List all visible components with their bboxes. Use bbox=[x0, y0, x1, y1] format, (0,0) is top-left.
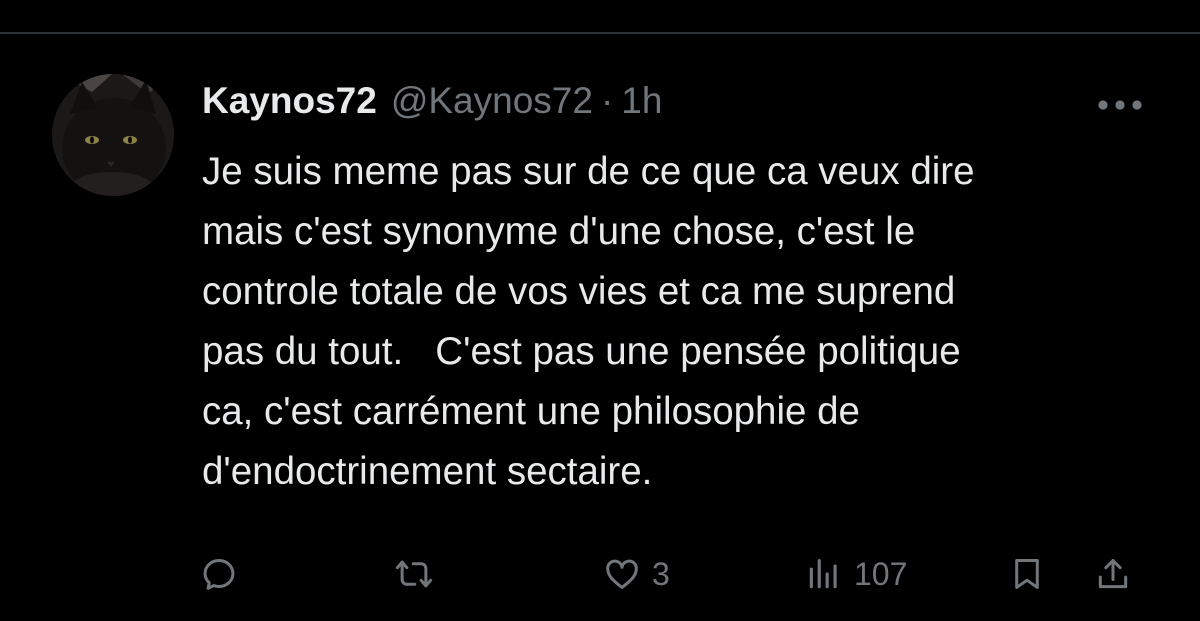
share-button[interactable] bbox=[1094, 544, 1132, 604]
header-separator: · bbox=[600, 80, 614, 121]
repost-button[interactable] bbox=[394, 544, 434, 604]
views-chart-icon bbox=[809, 558, 837, 589]
heart-icon bbox=[606, 559, 638, 589]
user-handle[interactable]: @Kaynos72 bbox=[391, 80, 593, 122]
like-button[interactable]: 3 bbox=[602, 544, 670, 604]
timestamp[interactable]: 1h bbox=[621, 80, 662, 122]
avatar[interactable] bbox=[52, 74, 174, 196]
repost-icon bbox=[395, 560, 433, 588]
tweet[interactable]: Kaynos72 @Kaynos72 · 1h Je suis meme pas… bbox=[0, 34, 1200, 621]
black-cat-avatar-icon bbox=[52, 74, 174, 196]
bookmark-button[interactable] bbox=[1008, 544, 1046, 604]
like-count: 3 bbox=[652, 555, 670, 592]
views-count: 107 bbox=[854, 555, 908, 592]
share-icon bbox=[1098, 559, 1128, 589]
bookmark-icon bbox=[1015, 559, 1039, 589]
reply-icon bbox=[203, 559, 235, 590]
more-options-button[interactable] bbox=[1092, 90, 1148, 120]
views-button[interactable]: 107 bbox=[804, 544, 907, 604]
more-horizontal-icon bbox=[1098, 100, 1142, 110]
tweet-actions: 3 107 bbox=[0, 544, 1200, 604]
display-name[interactable]: Kaynos72 bbox=[202, 80, 377, 122]
reply-button[interactable] bbox=[200, 544, 238, 604]
tweet-text: Je suis meme pas sur de ce que ca veux d… bbox=[202, 150, 975, 493]
tweet-header: Kaynos72 @Kaynos72 · 1h bbox=[202, 80, 662, 126]
